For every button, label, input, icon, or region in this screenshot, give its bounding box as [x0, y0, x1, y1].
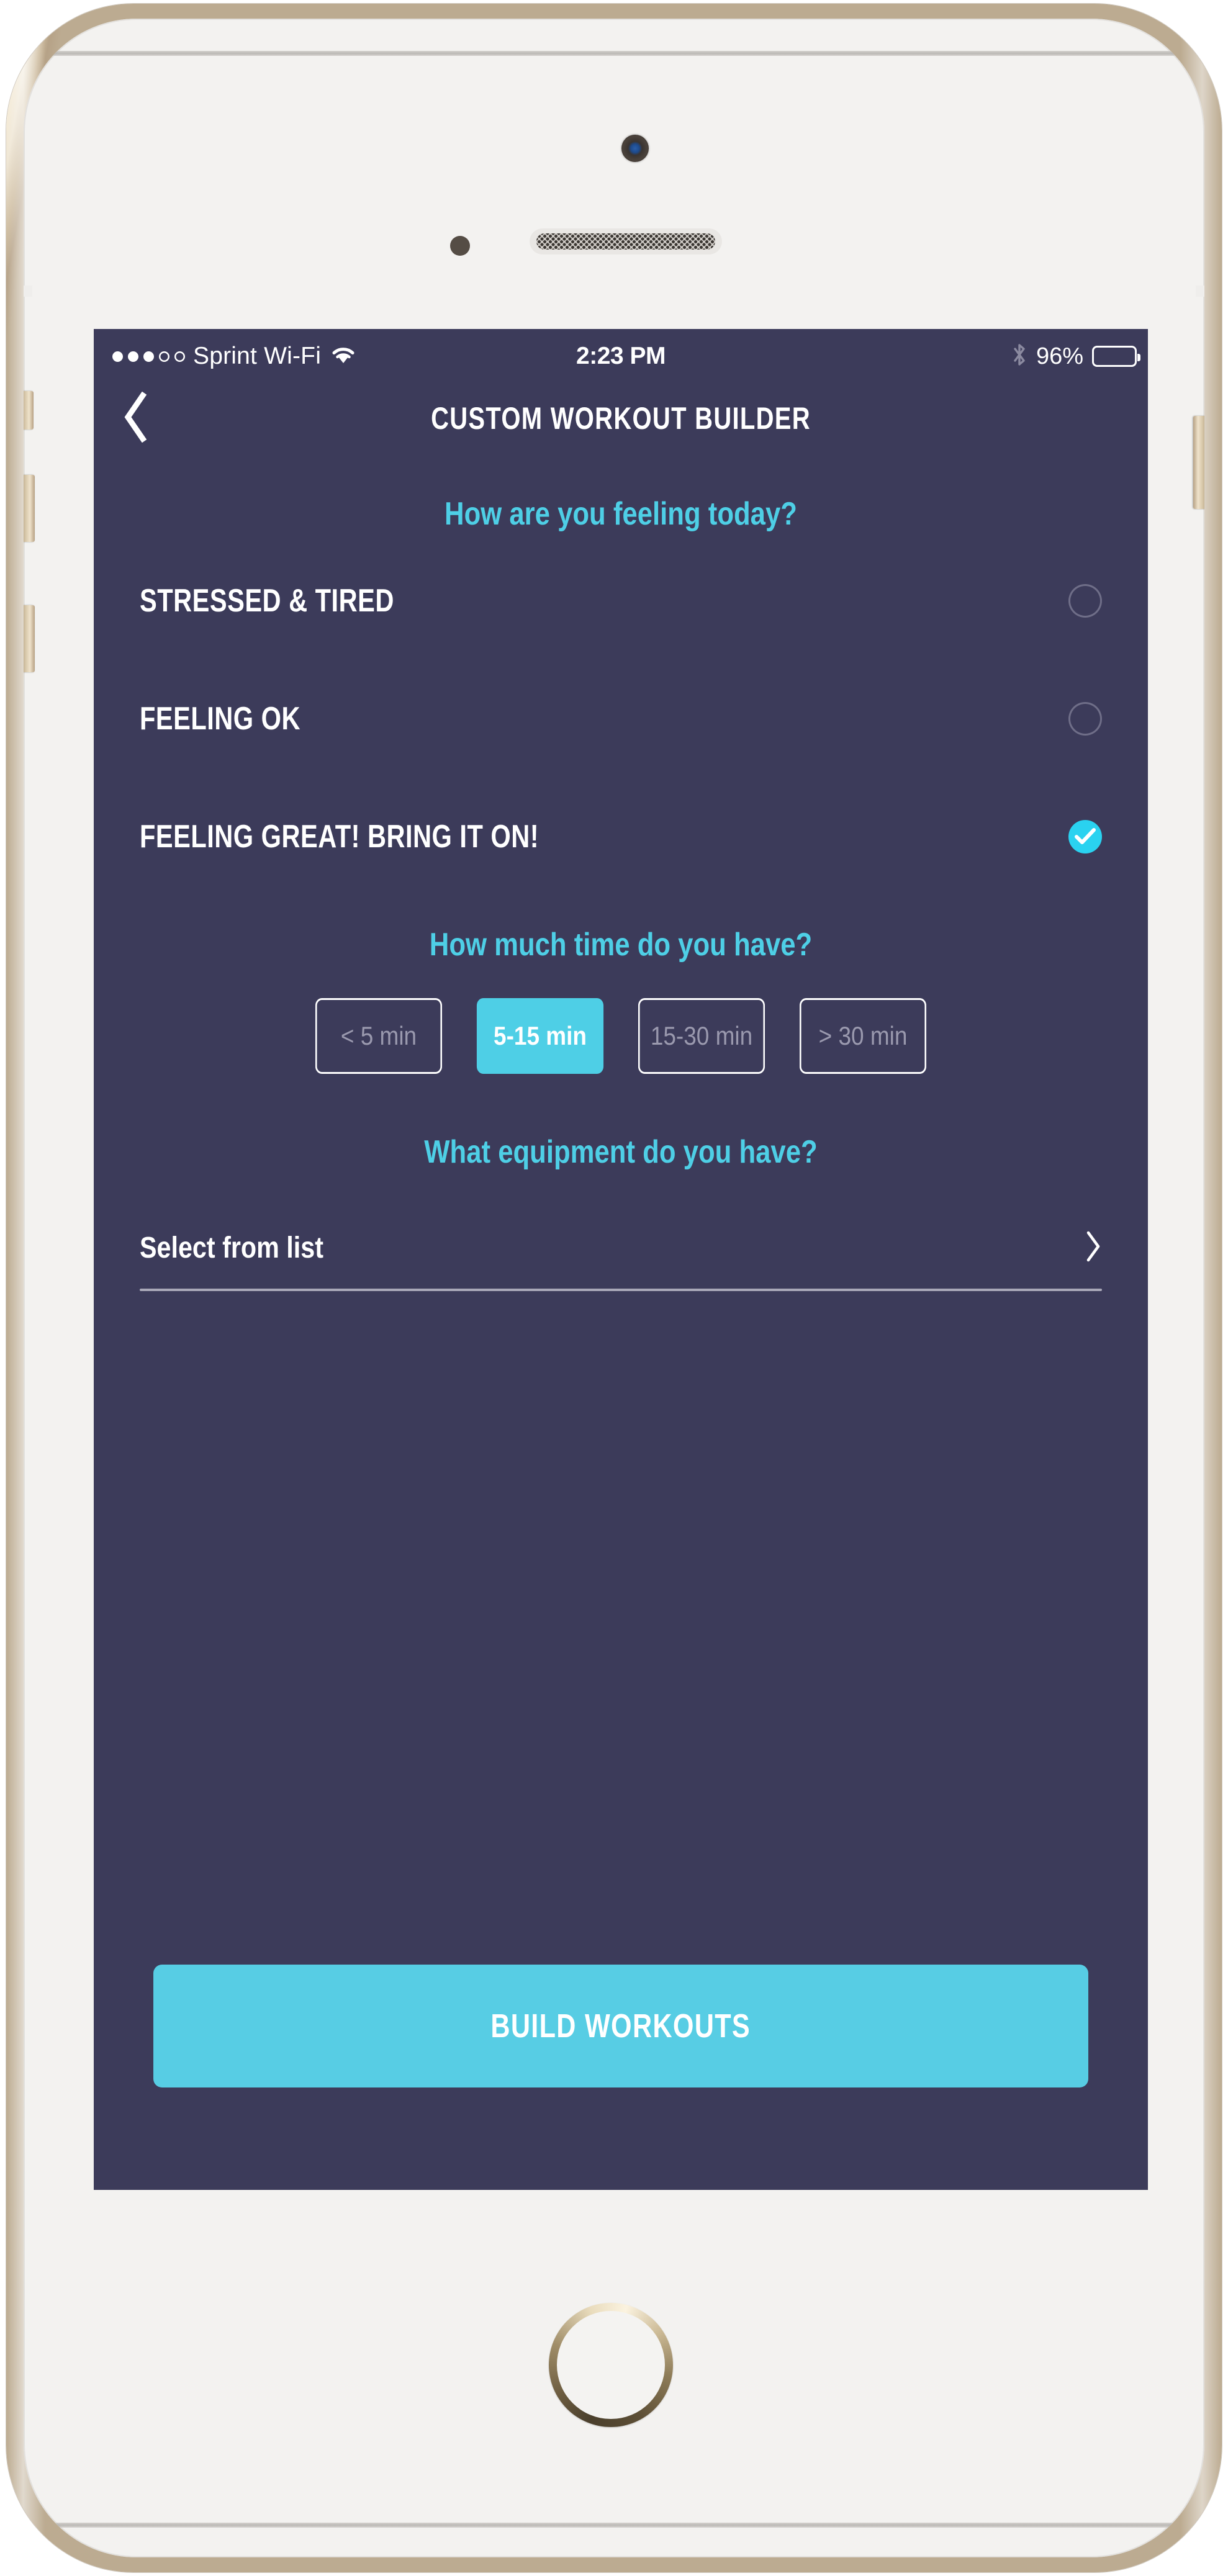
chevron-left-icon: [122, 391, 150, 446]
antenna-line-right: [1196, 286, 1204, 297]
page-title: CUSTOM WORKOUT BUILDER: [431, 401, 811, 436]
phone-device: Sprint Wi-Fi 2:23 PM 96% CUSTOM WORKOUT …: [6, 4, 1222, 2572]
equipment-select-label: Select from list: [140, 1231, 323, 1264]
time-options-group: < 5 min 5-15 min 15-30 min > 30 min: [94, 998, 1148, 1074]
back-button[interactable]: [106, 387, 166, 449]
phone-screen: Sprint Wi-Fi 2:23 PM 96% CUSTOM WORKOUT …: [94, 329, 1148, 2190]
time-chip-label: 15-30 min: [650, 1021, 753, 1050]
build-workouts-button[interactable]: BUILD WORKOUTS: [153, 1965, 1088, 2087]
proximity-sensor-icon: [450, 236, 470, 256]
radio-checked-icon[interactable]: [1068, 820, 1102, 853]
equipment-section-heading: What equipment do you have?: [424, 1134, 818, 1170]
mood-option-label: STRESSED & TIRED: [140, 583, 394, 619]
chevron-right-icon: [1085, 1230, 1102, 1266]
time-chip-15-30-min[interactable]: 15-30 min: [638, 998, 765, 1074]
mood-option-label: FEELING OK: [140, 701, 301, 737]
build-workouts-label: BUILD WORKOUTS: [490, 2007, 751, 2045]
battery-icon: [1092, 346, 1140, 367]
radio-unchecked-icon[interactable]: [1068, 702, 1102, 736]
time-chip-label: > 30 min: [818, 1021, 908, 1050]
earpiece-speaker: [530, 228, 722, 254]
mood-option-feeling-ok[interactable]: FEELING OK: [140, 689, 1102, 749]
time-chip-over-30-min[interactable]: > 30 min: [800, 998, 926, 1074]
navigation-bar: CUSTOM WORKOUT BUILDER: [94, 384, 1148, 453]
home-button[interactable]: [549, 2303, 673, 2427]
antenna-band-bottom: [24, 2523, 1204, 2528]
volume-up-button[interactable]: [24, 475, 35, 542]
mood-options-list: STRESSED & TIRED FEELING OK FEELING GREA…: [94, 571, 1148, 867]
equipment-select-row[interactable]: Select from list: [140, 1219, 1102, 1276]
equipment-select-block: Select from list: [94, 1219, 1148, 1291]
status-bar: Sprint Wi-Fi 2:23 PM 96%: [94, 329, 1148, 384]
antenna-line-left: [24, 286, 32, 297]
volume-down-button[interactable]: [24, 605, 35, 672]
time-chip-under-5-min[interactable]: < 5 min: [315, 998, 442, 1074]
equipment-divider: [140, 1289, 1102, 1291]
silent-switch[interactable]: [24, 391, 34, 430]
mood-option-stressed-tired[interactable]: STRESSED & TIRED: [140, 571, 1102, 631]
antenna-band-top: [24, 51, 1204, 56]
time-chip-label: 5-15 min: [494, 1021, 587, 1050]
time-section-heading: How much time do you have?: [429, 927, 813, 963]
speaker-mesh: [536, 233, 715, 250]
front-camera-icon: [621, 135, 649, 162]
status-bar-right: 96%: [1011, 329, 1140, 384]
battery-percent-label: 96%: [1036, 343, 1083, 369]
mood-option-label: FEELING GREAT! BRING IT ON!: [140, 819, 540, 855]
power-button[interactable]: [1193, 416, 1204, 509]
radio-unchecked-icon[interactable]: [1068, 584, 1102, 618]
mood-section-heading: How are you feeling today?: [445, 496, 797, 532]
status-bar-clock: 2:23 PM: [576, 343, 666, 369]
bluetooth-icon: [1011, 341, 1027, 372]
time-chip-5-15-min[interactable]: 5-15 min: [476, 998, 604, 1074]
time-chip-label: < 5 min: [340, 1021, 417, 1050]
mood-option-feeling-great[interactable]: FEELING GREAT! BRING IT ON!: [140, 807, 1102, 867]
